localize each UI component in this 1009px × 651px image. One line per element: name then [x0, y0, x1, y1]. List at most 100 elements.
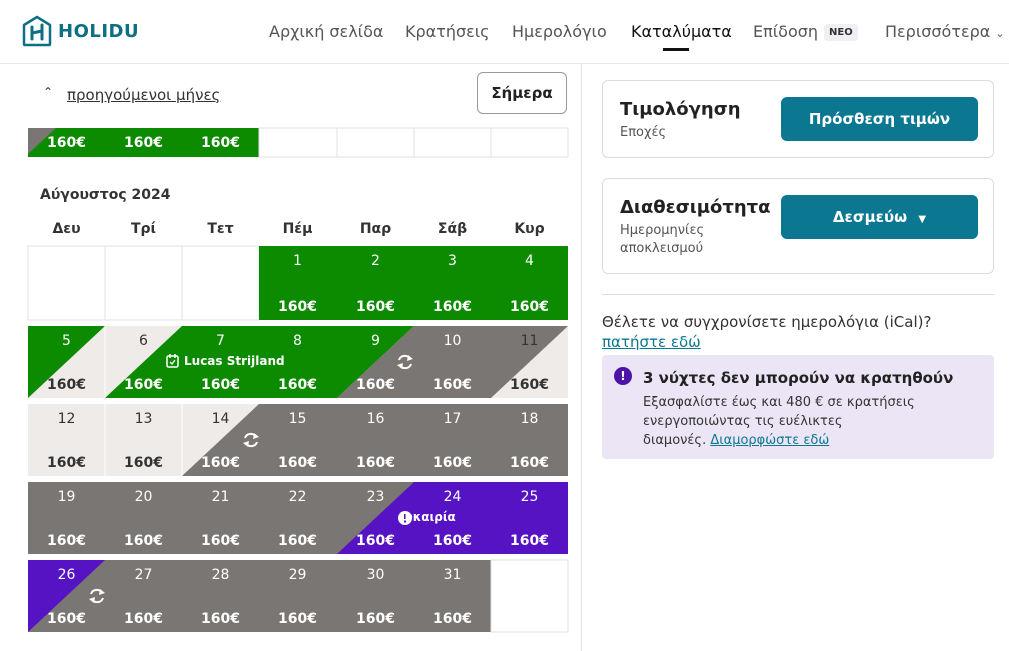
day-number: 18	[520, 411, 539, 427]
day-number: 21	[211, 489, 230, 505]
alert-title: 3 νύχτες δεν μπορούν να κρατηθούν	[643, 369, 954, 387]
day-number: 22	[288, 489, 307, 505]
day-price: 160€	[278, 377, 317, 393]
day-price: 160€	[433, 377, 472, 393]
day-number: 13	[134, 411, 153, 427]
booking-guest-text: Lucas Strijland	[184, 354, 285, 368]
alert-line-3: διαμονές. Διαμορφώστε εδώ	[643, 431, 973, 450]
availability-subtitle-line2: αποκλεισμού	[620, 241, 704, 256]
day-price: 160€	[124, 611, 163, 627]
day-cell[interactable]: 12 160€	[28, 404, 105, 476]
day-cell[interactable]: 14 160€	[182, 404, 259, 476]
day-price: 160€	[356, 455, 395, 471]
day-cell[interactable]: 21 160€	[182, 482, 259, 554]
deal-label[interactable]: ευκαιρία	[398, 510, 456, 524]
day-price: 160€	[510, 377, 549, 393]
day-cell[interactable]: 5 160€	[28, 326, 105, 398]
day-number: 5	[62, 333, 71, 349]
day-price: 160€	[124, 377, 163, 393]
day-number: 17	[443, 411, 462, 427]
availability-subtitle-line1: Ημερομηνίες	[620, 223, 705, 238]
day-cell[interactable]: 30 160€	[337, 560, 414, 632]
day-number: 16	[366, 411, 385, 427]
day-number: 23	[366, 489, 385, 505]
day-cell[interactable]: 15 160€	[259, 404, 336, 476]
day-cell[interactable]: 3 160€	[414, 246, 491, 320]
day-number: 14	[211, 411, 230, 427]
prev-day-cell[interactable]: 160€	[182, 128, 259, 157]
day-number: 27	[134, 567, 153, 583]
day-price: 160€	[510, 533, 549, 549]
day-cell[interactable]: 10 160€	[414, 326, 491, 398]
day-price: 160€	[278, 299, 317, 315]
day-cell[interactable]: 11 160€	[491, 326, 568, 398]
availability-title: Διαθεσιμότητα	[620, 197, 771, 218]
nav-more-label: Περισσότερα	[885, 22, 991, 41]
day-number: 7	[216, 333, 225, 349]
weekday-label: Παρ	[359, 221, 392, 237]
chevron-down-icon: ⌄	[995, 27, 1005, 40]
nav-performance[interactable]: Επίδοση	[753, 22, 818, 41]
active-nav-indicator	[663, 48, 689, 51]
configure-link[interactable]: Διαμορφώστε εδώ	[710, 433, 829, 448]
day-number: 26	[57, 567, 76, 583]
booking-guest-name[interactable]: Lucas Strijland	[166, 354, 285, 368]
day-price: 160€	[278, 455, 317, 471]
day-price: 160€	[124, 135, 163, 151]
day-cell[interactable]: 4 160€	[491, 246, 568, 320]
day-price: 160€	[201, 533, 240, 549]
day-cell[interactable]: 17 160€	[414, 404, 491, 476]
day-cell[interactable]: 1 160€	[259, 246, 336, 320]
new-badge: NEO	[824, 24, 858, 41]
day-price: 160€	[124, 455, 163, 471]
ical-question: Θέλετε να συγχρονίσετε ημερολόγια (iCal)…	[602, 313, 932, 331]
pricing-card: Τιμολόγηση Εποχές Πρόσθεση τιμών	[602, 80, 994, 158]
day-cell[interactable]: 28 160€	[182, 560, 259, 632]
alert-line-3-text: διαμονές.	[643, 433, 707, 448]
alert-body: Εξασφαλίστε έως και 480 € σε κρατήσεις ε…	[643, 393, 973, 450]
day-cell[interactable]: 29 160€	[259, 560, 336, 632]
block-dates-label: Δεσμεύω	[832, 208, 908, 226]
add-prices-button[interactable]: Πρόσθεση τιμών	[781, 97, 978, 141]
weekday-label: Κυρ	[514, 221, 545, 237]
day-number: 10	[443, 333, 462, 349]
day-cell[interactable]: 31 160€	[414, 560, 491, 632]
day-cell[interactable]: 25 160€	[491, 482, 568, 554]
ical-link[interactable]: πατήστε εδώ	[602, 333, 701, 351]
day-cell[interactable]: 26 160€	[28, 560, 105, 632]
day-price: 160€	[433, 533, 472, 549]
nav-properties[interactable]: Καταλύματα	[631, 22, 732, 41]
nav-more[interactable]: Περισσότερα ⌄	[885, 22, 1005, 41]
day-cell[interactable]: 2 160€	[337, 246, 414, 320]
day-price: 160€	[201, 135, 240, 151]
prev-day-cell[interactable]: 160€	[105, 128, 182, 157]
day-price: 160€	[433, 299, 472, 315]
day-price: 160€	[356, 377, 395, 393]
day-cell[interactable]: 20 160€	[105, 482, 182, 554]
day-number: 4	[525, 253, 534, 269]
weekday-label: Σάβ	[437, 221, 468, 237]
unbookable-nights-alert: ! 3 νύχτες δεν μπορούν να κρατηθούν Εξασ…	[602, 355, 994, 459]
section-divider	[602, 294, 994, 295]
day-price: 160€	[47, 611, 86, 627]
month-title: Αύγουστος 2024	[40, 187, 171, 203]
day-cell[interactable]: 9 160€	[337, 326, 414, 398]
prev-day-cell[interactable]: 160€	[28, 128, 105, 157]
day-price: 160€	[356, 611, 395, 627]
day-number: 25	[520, 489, 539, 505]
day-number: 6	[139, 333, 148, 349]
day-cell[interactable]: 13 160€	[105, 404, 182, 476]
day-cell[interactable]: 18 160€	[491, 404, 568, 476]
day-cell[interactable]: 22 160€	[259, 482, 336, 554]
day-price: 160€	[510, 455, 549, 471]
day-price: 160€	[201, 377, 240, 393]
day-number: 9	[371, 333, 380, 349]
day-cell[interactable]: 19 160€	[28, 482, 105, 554]
weekday-label: Δευ	[52, 221, 81, 237]
block-dates-button[interactable]: Δεσμεύω ▼	[781, 195, 978, 239]
day-cell[interactable]: 27 160€	[105, 560, 182, 632]
day-price: 160€	[278, 533, 317, 549]
day-number: 11	[520, 333, 539, 349]
day-number: 19	[57, 489, 76, 505]
day-cell[interactable]: 16 160€	[337, 404, 414, 476]
